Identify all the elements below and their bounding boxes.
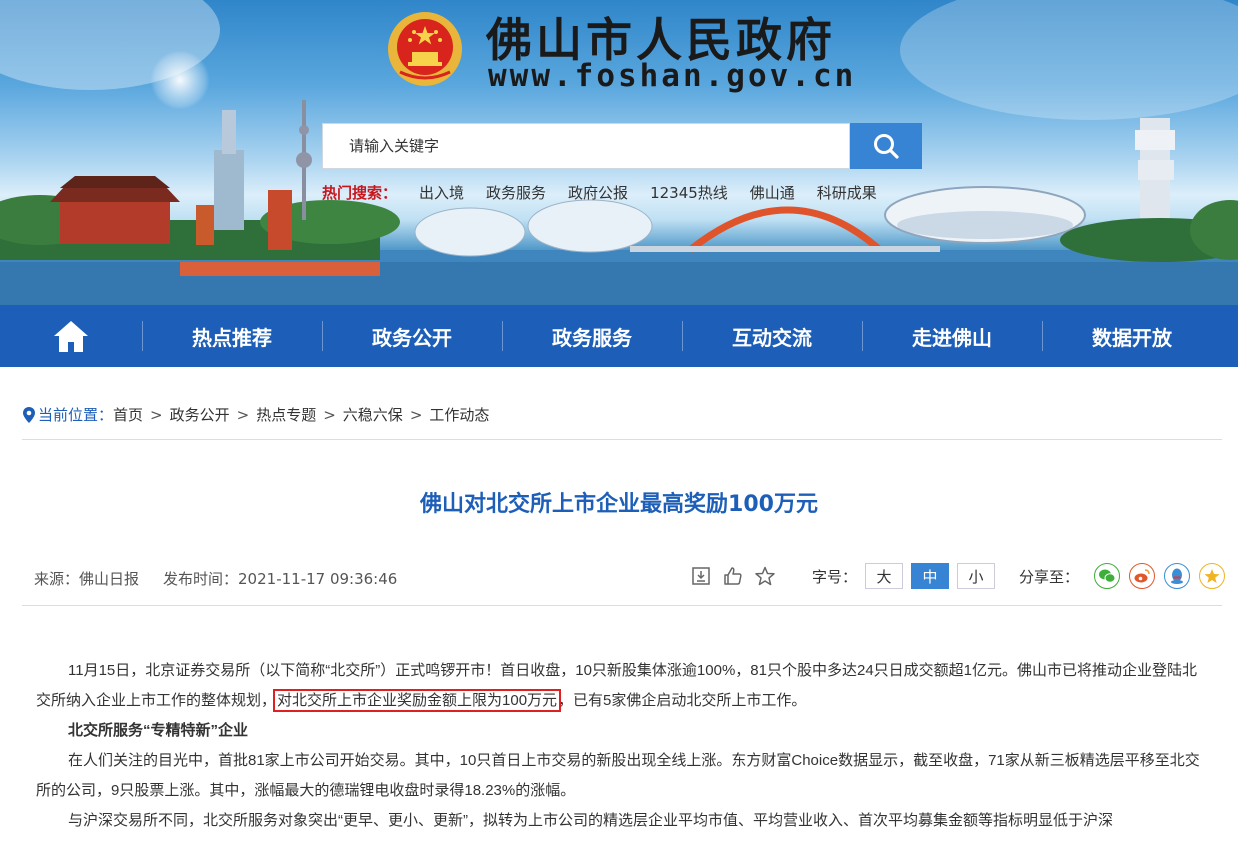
article-body: 11月15日，北京证券交易所（以下简称“北交所”）正式鸣锣开市！首日收盘，10只…	[36, 656, 1208, 836]
font-size-small-button[interactable]: 小	[957, 563, 996, 589]
print-icon	[692, 567, 710, 585]
hot-search-link[interactable]: 出入境	[419, 182, 464, 203]
hot-search-link[interactable]: 政务服务	[486, 182, 546, 203]
font-size-label: 字号：	[812, 567, 858, 586]
national-emblem-icon	[388, 12, 462, 86]
font-size-medium-button[interactable]: 中	[911, 563, 950, 589]
paragraph-text: ，已有5家佛企启动北交所上市工作。	[558, 692, 807, 709]
share-wechat-button[interactable]	[1094, 563, 1121, 589]
search-box	[322, 123, 850, 169]
breadcrumb: 当前位置： 首页 > 政务公开 > 热点专题 > 六稳六保 > 工作动态	[22, 404, 489, 425]
share-label: 分享至：	[1019, 567, 1080, 586]
weibo-icon	[1134, 569, 1150, 583]
nav-item-gov-service[interactable]: 政务服务	[502, 305, 682, 367]
article-meta: 来源：佛山日报 发布时间：2021-11-17 09:36:46	[34, 568, 397, 589]
qq-icon	[1171, 568, 1184, 584]
share-weibo-button[interactable]	[1129, 563, 1156, 589]
breadcrumb-link[interactable]: 首页	[113, 404, 143, 425]
breadcrumb-link[interactable]: 热点专题	[256, 404, 316, 425]
share-qq-button[interactable]	[1164, 563, 1191, 589]
article-paragraph: 在人们关注的目光中，首批81家上市公司开始交易。其中，10只首日上市交易的新股出…	[36, 752, 1200, 799]
breadcrumb-separator: >	[150, 405, 163, 424]
header-banner: 佛山市人民政府 www.foshan.gov.cn 热门搜索： 出入境 政务服务…	[0, 0, 1238, 305]
qzone-star-icon	[1204, 569, 1220, 583]
thumbs-up-icon	[724, 567, 742, 585]
font-size-large-button[interactable]: 大	[865, 563, 904, 589]
nav-item-open-data[interactable]: 数据开放	[1042, 305, 1222, 367]
divider	[22, 439, 1222, 440]
hot-search: 热门搜索： 出入境 政务服务 政府公报 12345热线 佛山通 科研成果	[322, 182, 877, 203]
nav-item-hot[interactable]: 热点推荐	[142, 305, 322, 367]
breadcrumb-link[interactable]: 六稳六保	[343, 404, 403, 425]
hot-search-link[interactable]: 科研成果	[817, 182, 877, 203]
nav-item-about-foshan[interactable]: 走进佛山	[862, 305, 1042, 367]
breadcrumb-separator: >	[236, 405, 250, 424]
wechat-icon	[1099, 569, 1116, 583]
nav-home[interactable]	[0, 305, 142, 367]
breadcrumb-separator: >	[323, 405, 336, 424]
like-button[interactable]	[722, 565, 744, 587]
nav-item-interaction[interactable]: 互动交流	[682, 305, 862, 367]
hot-search-label: 热门搜索：	[322, 184, 398, 202]
article-publish-time: 发布时间：2021-11-17 09:36:46	[163, 570, 398, 588]
article-source: 来源：佛山日报	[34, 570, 140, 588]
location-pin-icon	[23, 406, 35, 423]
breadcrumb-label: 当前位置：	[38, 406, 114, 424]
site-url: www.foshan.gov.cn	[488, 58, 857, 94]
highlighted-text: 对北交所上市企业奖励金额上限为100万元	[273, 689, 562, 712]
search-button[interactable]	[850, 123, 922, 169]
search-input[interactable]	[323, 124, 849, 168]
article-subheading: 北交所服务“专精特新”企业	[68, 722, 249, 739]
star-icon	[755, 566, 775, 586]
hot-search-link[interactable]: 12345热线	[650, 182, 728, 203]
share-qzone-button[interactable]	[1199, 563, 1226, 589]
breadcrumb-link[interactable]: 工作动态	[429, 404, 489, 425]
favorite-button[interactable]	[754, 565, 776, 587]
article-tools: 字号： 大 中 小 分享至：	[690, 563, 1226, 589]
article-paragraph: 与沪深交易所不同，北交所服务对象突出“更早、更小、更新”，拟转为上市公司的精选层…	[68, 812, 1113, 829]
search-icon	[874, 134, 899, 159]
print-button[interactable]	[690, 565, 712, 587]
hot-search-link[interactable]: 政府公报	[568, 182, 628, 203]
breadcrumb-separator: >	[409, 405, 423, 424]
nav-item-gov-open[interactable]: 政务公开	[322, 305, 502, 367]
article-paragraph: 11月15日，北京证券交易所（以下简称“北交所”）正式鸣锣开市！首日收盘，10只…	[36, 656, 1208, 716]
hot-search-link[interactable]: 佛山通	[750, 182, 795, 203]
article-title: 佛山对北交所上市企业最高奖励100万元	[420, 492, 818, 517]
home-icon	[54, 321, 88, 352]
divider	[22, 605, 1222, 606]
breadcrumb-link[interactable]: 政务公开	[170, 404, 230, 425]
main-nav: 热点推荐 政务公开 政务服务 互动交流 走进佛山 数据开放	[0, 305, 1238, 367]
